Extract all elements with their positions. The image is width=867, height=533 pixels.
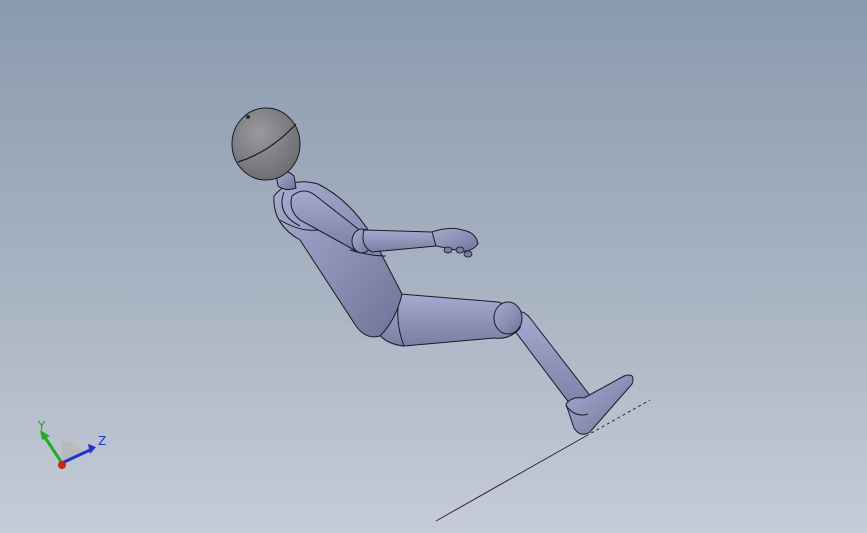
x-axis-origin bbox=[58, 461, 66, 469]
y-axis-arrow bbox=[42, 435, 64, 464]
graphics-viewport[interactable]: Y Z bbox=[0, 0, 867, 533]
model-scene[interactable] bbox=[0, 0, 867, 533]
coordinate-triad: Y Z bbox=[30, 418, 110, 480]
z-axis-label: Z bbox=[98, 434, 107, 448]
ground-line bbox=[435, 399, 651, 522]
head[interactable] bbox=[231, 107, 301, 181]
forearm[interactable] bbox=[362, 229, 439, 253]
hand[interactable] bbox=[431, 227, 479, 258]
y-axis-label: Y bbox=[38, 419, 46, 433]
